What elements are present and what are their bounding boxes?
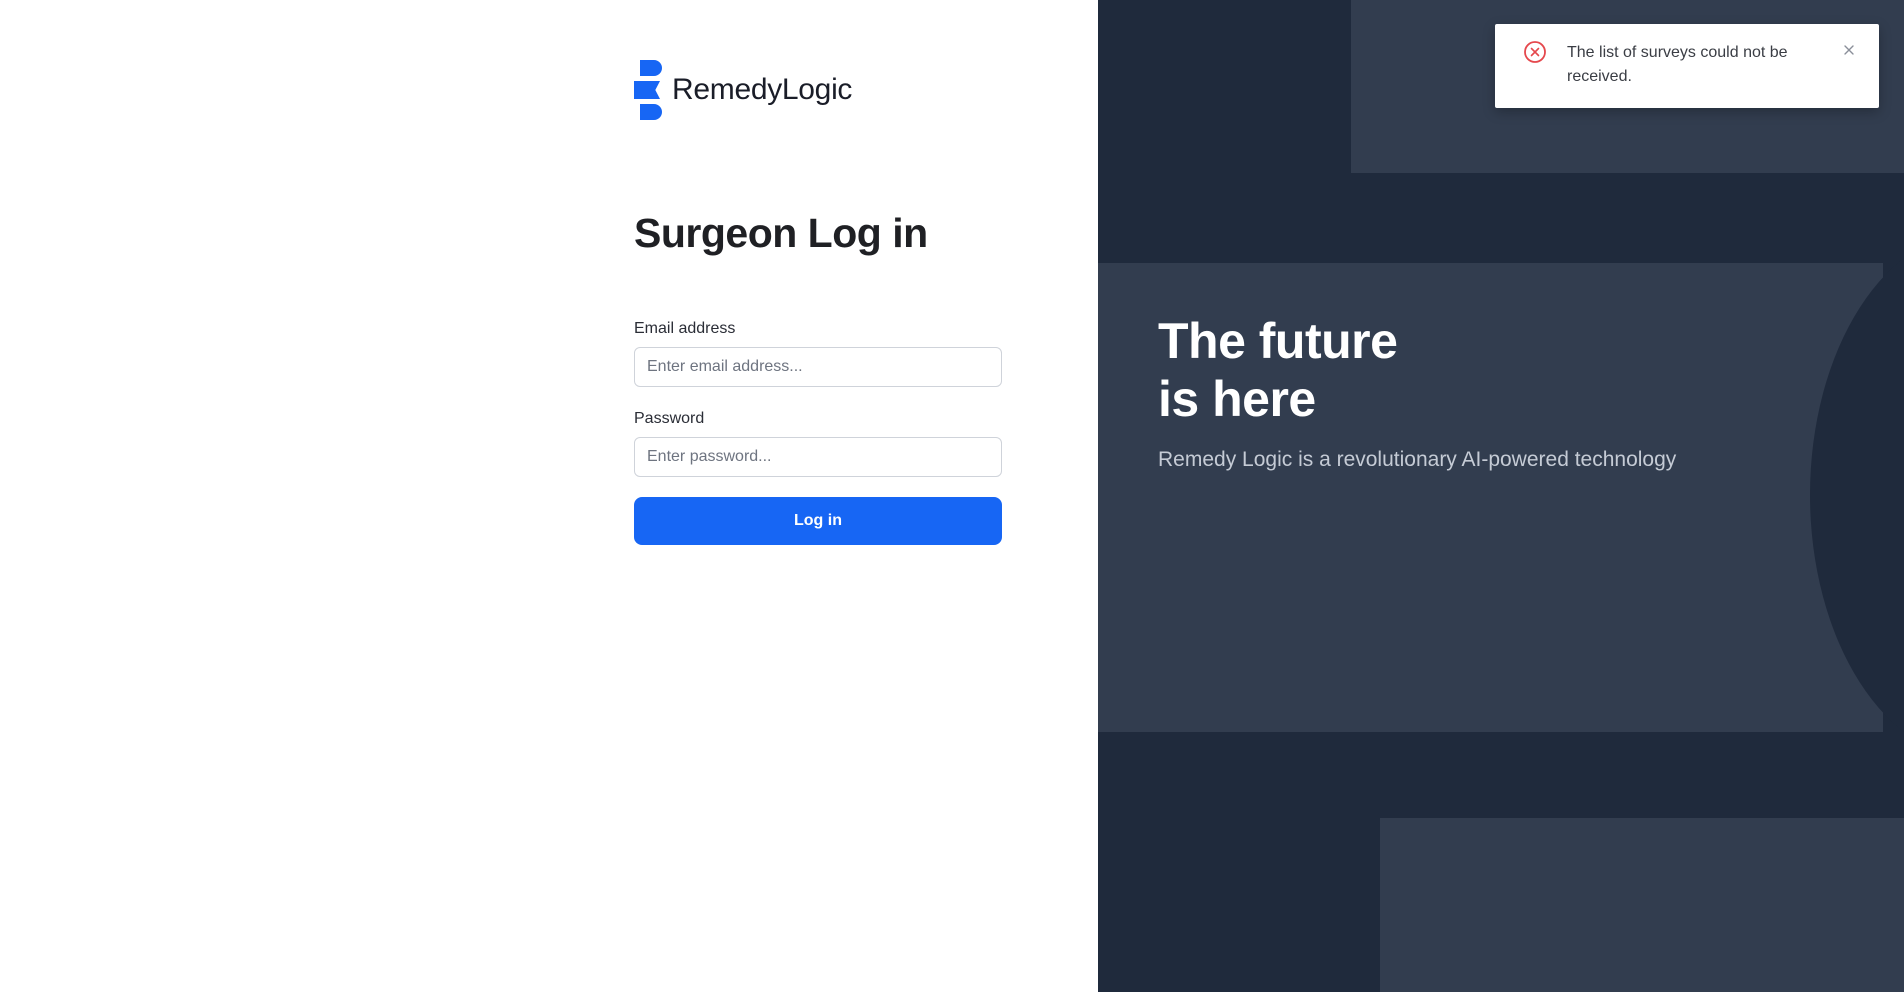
email-input[interactable] [634, 347, 1002, 387]
page-title: Surgeon Log in [634, 210, 928, 256]
hero-panel: The future is here Remedy Logic is a rev… [1098, 0, 1904, 992]
brand-name: RemedyLogic [672, 73, 853, 106]
login-button[interactable]: Log in [634, 497, 1002, 545]
hero-title-line1: The future [1158, 313, 1398, 369]
email-label: Email address [634, 320, 736, 337]
toast-message: The list of surveys could not be receive… [1567, 44, 1788, 85]
login-page: RemedyLogic Surgeon Log in Email address… [0, 0, 1904, 992]
close-icon[interactable] [1841, 42, 1857, 58]
login-form: Email address Password Log in [634, 320, 1002, 545]
password-field-group: Password [634, 410, 1002, 477]
error-circle-icon [1524, 41, 1546, 63]
hero-title: The future is here [1158, 312, 1398, 428]
password-label: Password [634, 410, 705, 427]
email-field-group: Email address [634, 320, 1002, 387]
decorative-shape-bottom [1380, 818, 1904, 992]
password-input[interactable] [634, 437, 1002, 477]
error-toast: The list of surveys could not be receive… [1495, 24, 1879, 108]
hero-subtitle: Remedy Logic is a revolutionary AI-power… [1158, 448, 1677, 471]
brand-logo: RemedyLogic [634, 60, 852, 120]
login-panel: RemedyLogic Surgeon Log in Email address… [0, 0, 1098, 992]
remedylogic-logo-icon [634, 60, 664, 120]
hero-title-line2: is here [1158, 371, 1316, 427]
